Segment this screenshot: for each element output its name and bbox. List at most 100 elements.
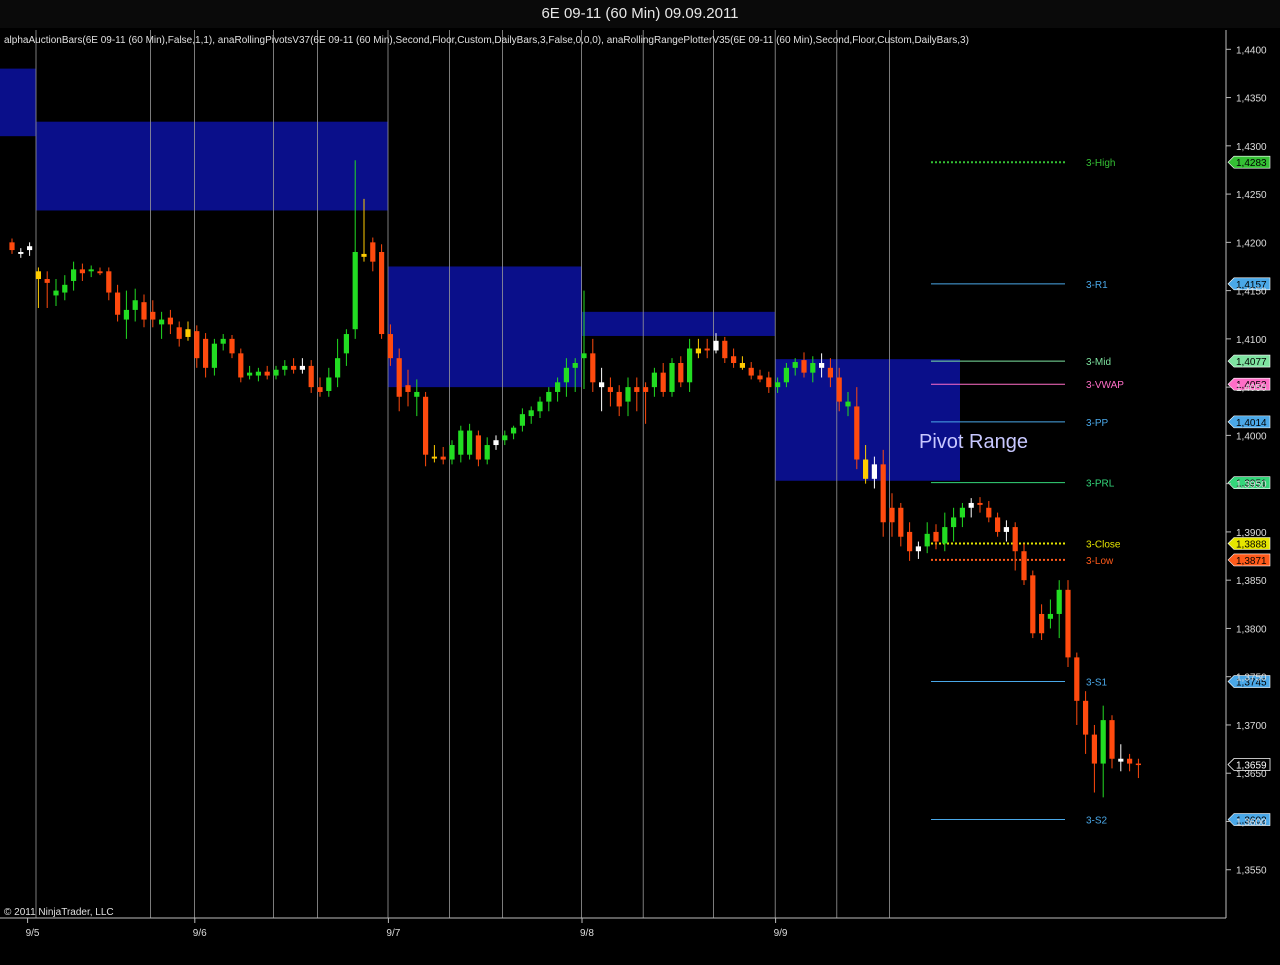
candle: [757, 369, 763, 383]
price-marker: 1,4283: [1227, 155, 1271, 169]
candle-body: [167, 317, 173, 325]
candle-body: [220, 338, 226, 344]
candle: [475, 430, 481, 467]
candle-body: [748, 367, 754, 376]
candle-body: [1135, 763, 1141, 766]
candle: [97, 267, 103, 276]
candle-body: [132, 300, 138, 310]
candle-body: [97, 271, 103, 274]
date-tick-label: 9/7: [386, 928, 400, 939]
candle: [695, 338, 701, 359]
candle-body: [317, 387, 323, 392]
candle-body: [370, 242, 376, 262]
current-price-marker: 1,3659: [1227, 758, 1271, 772]
candle-body: [141, 302, 147, 320]
candle-body: [343, 334, 349, 354]
candle: [106, 267, 112, 301]
candle-body: [959, 507, 965, 518]
candle: [132, 288, 138, 322]
candle-body: [185, 329, 191, 337]
candle: [599, 367, 605, 412]
candle-body: [484, 445, 490, 460]
price-tick-label: 1,4300: [1236, 142, 1267, 153]
candle-body: [739, 363, 745, 368]
date-tick-label: 9/6: [193, 928, 207, 939]
candle: [704, 338, 710, 359]
candle: [255, 367, 261, 382]
candle-body: [18, 252, 24, 254]
candle: [467, 423, 473, 460]
candle-body: [995, 517, 1001, 532]
candle-body: [44, 279, 50, 283]
candle: [1056, 580, 1062, 639]
candle-body: [159, 319, 165, 325]
pivot-levels-layer: [931, 161, 1065, 821]
candle-body: [53, 290, 59, 296]
candle-body: [264, 371, 270, 376]
candle-body: [616, 391, 622, 407]
candle: [1039, 604, 1045, 641]
candle-body: [1047, 613, 1053, 619]
candle-body: [704, 348, 710, 351]
auction-box-layer: [0, 68, 960, 481]
candle-body: [977, 502, 983, 505]
pivot-level-name: 3-Close: [1086, 539, 1121, 550]
candle-body: [695, 348, 701, 354]
candle-body: [379, 252, 385, 335]
pivot-level-name: 3-Mid: [1086, 357, 1111, 368]
candle: [79, 263, 85, 281]
candle-body: [361, 253, 367, 257]
candle: [1021, 543, 1027, 585]
candle: [968, 498, 974, 518]
candle: [379, 244, 385, 339]
candle-body: [9, 242, 15, 251]
candle: [335, 338, 341, 388]
candle-body: [1091, 734, 1097, 764]
candle: [995, 512, 1001, 537]
price-marker-label: 1,3871: [1236, 556, 1267, 567]
candle-body: [211, 343, 217, 368]
pivot-level-name: 3-S1: [1086, 678, 1108, 689]
candle: [1003, 520, 1009, 542]
candle-body: [449, 445, 455, 460]
price-tick-label: 1,3900: [1236, 528, 1267, 539]
candle-body: [722, 340, 728, 359]
candle-body: [572, 363, 578, 368]
candle: [220, 334, 226, 351]
price-chart[interactable]: 1,42831,41571,40771,40531,40141,39511,38…: [0, 0, 1280, 965]
candle: [159, 311, 165, 339]
candle-body: [634, 387, 640, 392]
candle-body: [335, 358, 341, 378]
pivot-level-name: 3-PP: [1086, 418, 1109, 429]
pivot-level-name: 3-Low: [1086, 556, 1114, 567]
candle: [651, 367, 657, 397]
candle-body: [1065, 589, 1071, 658]
candle: [616, 385, 622, 417]
price-marker: 1,3888: [1227, 537, 1271, 550]
date-tick-label: 9/8: [580, 928, 594, 939]
candle: [141, 294, 147, 328]
candle-body: [590, 353, 596, 383]
candle-body: [898, 507, 904, 537]
candle: [1091, 724, 1097, 793]
current-price-label: 1,3659: [1236, 761, 1267, 772]
candle-body: [537, 401, 543, 412]
candle: [484, 437, 490, 465]
candle-body: [599, 382, 605, 388]
candle: [167, 309, 173, 335]
candle: [1047, 599, 1053, 629]
candle: [44, 271, 50, 308]
candle: [625, 377, 631, 417]
candle-body: [467, 430, 473, 455]
candle: [590, 338, 596, 392]
candle-body: [880, 464, 886, 523]
candle-body: [792, 362, 798, 368]
price-marker: 1,4014: [1227, 415, 1271, 429]
candle-body: [519, 414, 525, 426]
candle: [511, 425, 517, 440]
candle: [951, 507, 957, 542]
candle-body: [176, 327, 182, 339]
candle: [1118, 744, 1124, 772]
candle-body: [783, 367, 789, 383]
candle-body: [757, 375, 763, 380]
